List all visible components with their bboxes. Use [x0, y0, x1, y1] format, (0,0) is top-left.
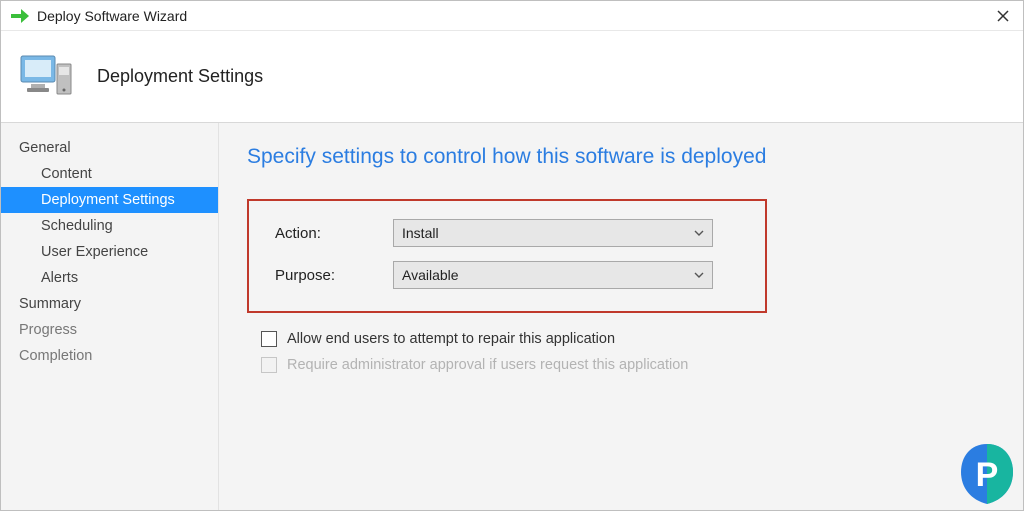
deploy-icon [19, 49, 75, 105]
nav-alerts[interactable]: Alerts [1, 265, 218, 291]
nav-user-experience[interactable]: User Experience [1, 239, 218, 265]
wizard-window: Deploy Software Wizard Deployment Settin… [0, 0, 1024, 511]
nav-label: Progress [19, 322, 77, 338]
nav-label: Content [41, 166, 92, 182]
main-title: Specify settings to control how this sof… [247, 145, 995, 169]
watermark-logo-icon: P [951, 438, 1023, 510]
action-label: Action: [275, 225, 393, 242]
chevron-down-icon [694, 269, 704, 281]
approval-checkbox-row: Require administrator approval if users … [247, 357, 995, 373]
repair-checkbox[interactable] [261, 331, 277, 347]
nav-label: User Experience [41, 244, 148, 260]
nav-label: Completion [19, 348, 92, 364]
nav-scheduling[interactable]: Scheduling [1, 213, 218, 239]
nav-progress[interactable]: Progress [1, 317, 218, 343]
chevron-down-icon [694, 227, 704, 239]
approval-checkbox [261, 357, 277, 373]
nav-content[interactable]: Content [1, 161, 218, 187]
arrow-right-icon [11, 7, 29, 25]
nav-label: Deployment Settings [41, 192, 175, 208]
action-dropdown[interactable]: Install [393, 219, 713, 247]
nav-label: Alerts [41, 270, 78, 286]
nav-label: Scheduling [41, 218, 113, 234]
repair-checkbox-row: Allow end users to attempt to repair thi… [247, 331, 995, 347]
action-value: Install [402, 225, 694, 241]
approval-checkbox-label: Require administrator approval if users … [287, 357, 688, 373]
main-panel: Specify settings to control how this sof… [219, 123, 1023, 510]
page-heading: Deployment Settings [97, 66, 263, 87]
window-title: Deploy Software Wizard [37, 8, 991, 24]
content-area: General Content Deployment Settings Sche… [1, 123, 1023, 510]
titlebar: Deploy Software Wizard [1, 1, 1023, 31]
nav-label: Summary [19, 296, 81, 312]
svg-text:P: P [976, 456, 999, 494]
nav-deployment-settings[interactable]: Deployment Settings [1, 187, 218, 213]
nav-completion[interactable]: Completion [1, 343, 218, 369]
nav-summary[interactable]: Summary [1, 291, 218, 317]
purpose-value: Available [402, 267, 694, 283]
close-button[interactable] [991, 4, 1015, 28]
purpose-row: Purpose: Available [275, 261, 739, 289]
repair-checkbox-label: Allow end users to attempt to repair thi… [287, 331, 615, 347]
action-row: Action: Install [275, 219, 739, 247]
purpose-label: Purpose: [275, 267, 393, 284]
sidebar-nav: General Content Deployment Settings Sche… [1, 123, 219, 510]
nav-general[interactable]: General [1, 135, 218, 161]
purpose-dropdown[interactable]: Available [393, 261, 713, 289]
highlighted-settings-box: Action: Install Purpose: Available [247, 199, 767, 313]
nav-label: General [19, 140, 71, 156]
wizard-header: Deployment Settings [1, 31, 1023, 123]
